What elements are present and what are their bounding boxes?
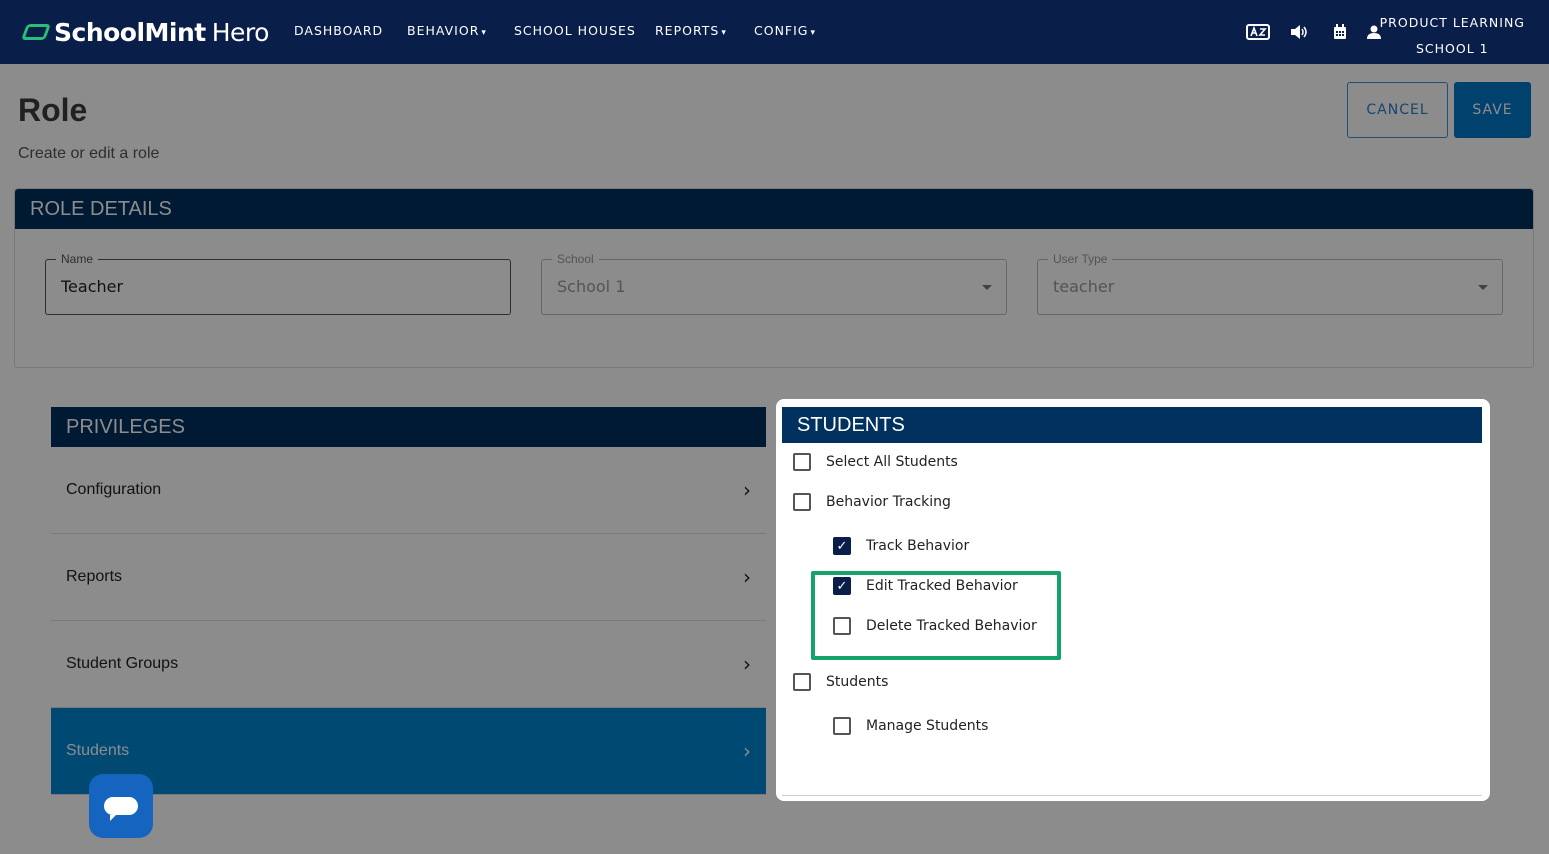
nav-reports[interactable]: REPORTS ▾: [655, 23, 727, 38]
permission-label: Students: [826, 674, 889, 690]
chat-button[interactable]: [89, 774, 153, 838]
user-org: PRODUCT LEARNING: [1379, 15, 1525, 30]
chat-bubble-icon: [104, 797, 138, 821]
nav-config[interactable]: CONFIG ▾: [754, 23, 816, 38]
permission-label: Manage Students: [866, 718, 989, 734]
logo-text-bold: SchoolMint: [54, 17, 206, 47]
permission-label: Track Behavior: [866, 538, 970, 554]
permission-track-behavior[interactable]: ✓ Track Behavior: [833, 537, 969, 555]
logo-text-light: Hero: [211, 17, 270, 47]
nav-behavior[interactable]: BEHAVIOR ▾: [407, 23, 487, 38]
top-navigation: SchoolMint Hero DASHBOARD BEHAVIOR ▾ SCHO…: [0, 0, 1549, 64]
checkbox[interactable]: [793, 453, 811, 471]
nav-dashboard[interactable]: DASHBOARD: [294, 23, 383, 38]
permission-manage-students[interactable]: Manage Students: [833, 717, 988, 735]
logo[interactable]: SchoolMint Hero: [21, 16, 270, 48]
caret-down-icon: ▾: [810, 28, 817, 38]
permission-select-all-students[interactable]: Select All Students: [793, 453, 958, 471]
logo-mark-icon: [21, 24, 51, 40]
checkbox[interactable]: [833, 717, 851, 735]
nav-school-houses[interactable]: SCHOOL HOUSES: [514, 23, 636, 38]
checkbox-checked[interactable]: ✓: [833, 537, 851, 555]
caret-down-icon: ▾: [481, 28, 487, 38]
students-header: STUDENTS: [782, 407, 1482, 443]
permission-label: Behavior Tracking: [826, 494, 951, 510]
students-spotlight: STUDENTS Select All Students Behavior Tr…: [776, 399, 1490, 801]
speaker-icon[interactable]: [1287, 20, 1311, 44]
checkbox[interactable]: [793, 673, 811, 691]
user-menu[interactable]: PRODUCT LEARNING SCHOOL 1: [1380, 10, 1525, 62]
students-panel: STUDENTS Select All Students Behavior Tr…: [782, 407, 1482, 796]
translate-icon[interactable]: [1246, 20, 1270, 44]
calendar-icon[interactable]: [1328, 20, 1352, 44]
caret-down-icon: ▾: [721, 28, 727, 38]
permission-label: Select All Students: [826, 454, 958, 470]
permission-behavior-tracking[interactable]: Behavior Tracking: [793, 493, 951, 511]
permission-students[interactable]: Students: [793, 673, 888, 691]
user-school: SCHOOL 1: [1416, 41, 1489, 56]
checkbox[interactable]: [793, 493, 811, 511]
highlight-box: [811, 571, 1061, 660]
